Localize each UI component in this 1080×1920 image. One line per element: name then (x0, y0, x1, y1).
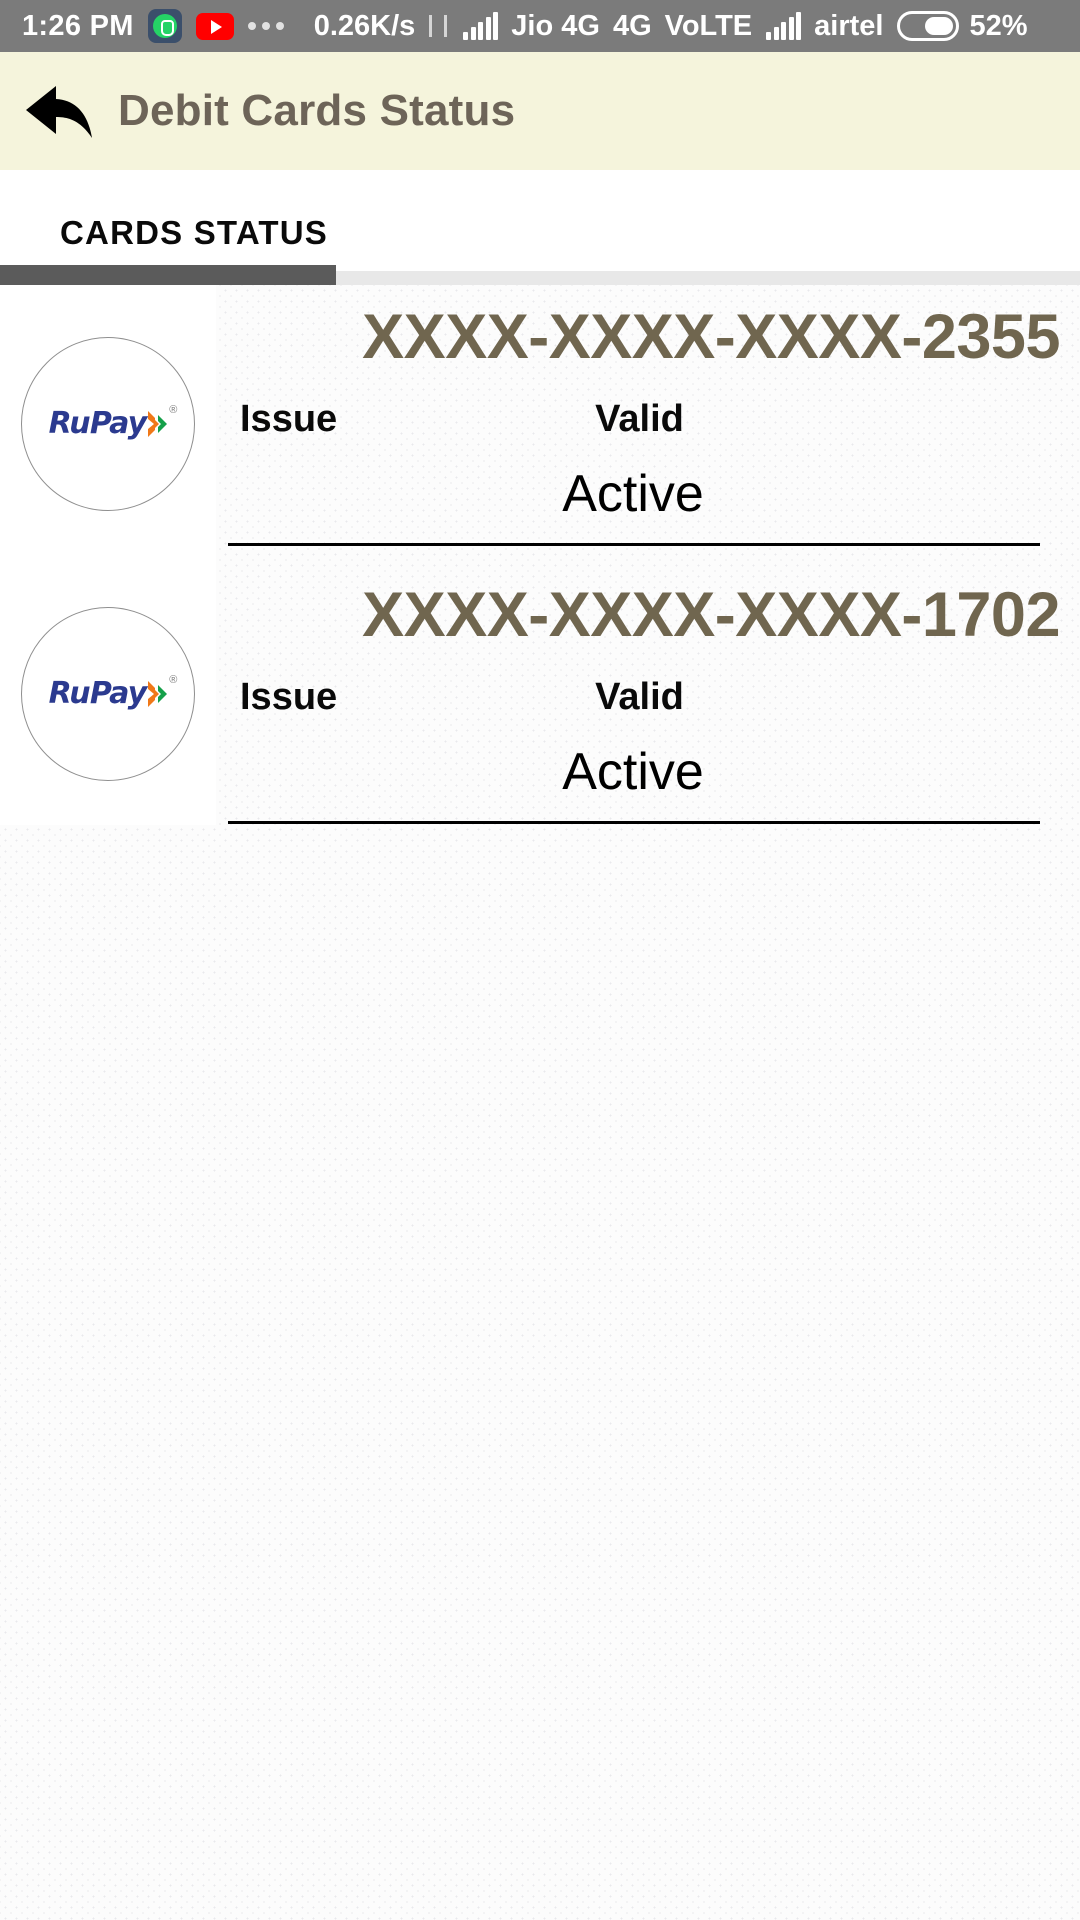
tab-cards-status[interactable]: CARDS STATUS (60, 214, 328, 252)
rupay-logo-circle: RuPay ® (21, 607, 195, 781)
card-meta-row: Issue Valid (216, 398, 1080, 441)
back-arrow-icon[interactable] (22, 80, 96, 142)
more-notifications-icon (247, 22, 284, 30)
card-list-item[interactable]: RuPay ® XXXX-XXXX-XXXX-2355 Issue Valid (0, 285, 1080, 563)
cards-list: RuPay ® XXXX-XXXX-XXXX-2355 Issue Valid (0, 285, 1080, 1920)
card-status-badge: Active (562, 743, 704, 802)
card-brand-logo-cell: RuPay ® (0, 563, 216, 825)
card-number: XXXX-XXXX-XXXX-1702 (362, 580, 1060, 650)
rupay-logo: RuPay ® (48, 675, 178, 711)
app-bar: Debit Cards Status (0, 52, 1080, 170)
tab-indicator-active (0, 265, 336, 285)
battery-icon (897, 11, 960, 41)
sim2-signal-bars-icon (766, 12, 802, 40)
rupay-logo: RuPay ® (48, 405, 178, 441)
network-type-label: 4G (612, 9, 652, 42)
card-number: XXXX-XXXX-XXXX-2355 (362, 302, 1060, 372)
card-issue-label: Issue (240, 676, 338, 719)
card-row-divider (228, 821, 1040, 825)
sim1-signal-bars-icon (463, 12, 499, 40)
rupay-wordmark: RuPay (48, 406, 148, 441)
carrier-2-label: airtel (814, 9, 884, 42)
card-list-item[interactable]: RuPay ® XXXX-XXXX-XXXX-1702 Issue Valid (0, 563, 1080, 841)
carrier-1-label: Jio 4G (511, 9, 600, 42)
card-issue-label: Issue (240, 398, 338, 441)
tab-bar: CARDS STATUS (0, 170, 1080, 285)
status-bar-time: 1:26 PM (22, 9, 134, 42)
rupay-wordmark: RuPay (48, 676, 148, 711)
card-details: XXXX-XXXX-XXXX-2355 Issue Valid Active (216, 285, 1080, 547)
network-speed-label: 0.26K/s (313, 9, 416, 42)
status-bar: 1:26 PM 0.26K/s Jio 4G 4G VoLTE airtel 5… (0, 0, 1080, 52)
page-title: Debit Cards Status (118, 86, 516, 135)
card-meta-row: Issue Valid (216, 676, 1080, 719)
rupay-logo-circle: RuPay ® (21, 337, 195, 511)
data-transfer-arrows-icon (427, 11, 449, 41)
whatsapp-icon (147, 9, 182, 43)
youtube-icon (195, 12, 234, 40)
registered-trademark-icon: ® (169, 404, 178, 416)
rupay-tricolor-arrow-icon (147, 679, 168, 709)
card-valid-label: Valid (595, 398, 684, 441)
rupay-tricolor-arrow-icon (147, 409, 168, 439)
card-brand-logo-cell: RuPay ® (0, 285, 216, 563)
registered-trademark-icon: ® (169, 674, 178, 686)
card-status-badge: Active (562, 465, 704, 524)
battery-percent-label: 52% (969, 9, 1028, 42)
card-valid-label: Valid (595, 676, 684, 719)
card-row-divider (228, 543, 1040, 547)
volte-label: VoLTE (664, 9, 753, 42)
card-details: XXXX-XXXX-XXXX-1702 Issue Valid Active (216, 563, 1080, 825)
